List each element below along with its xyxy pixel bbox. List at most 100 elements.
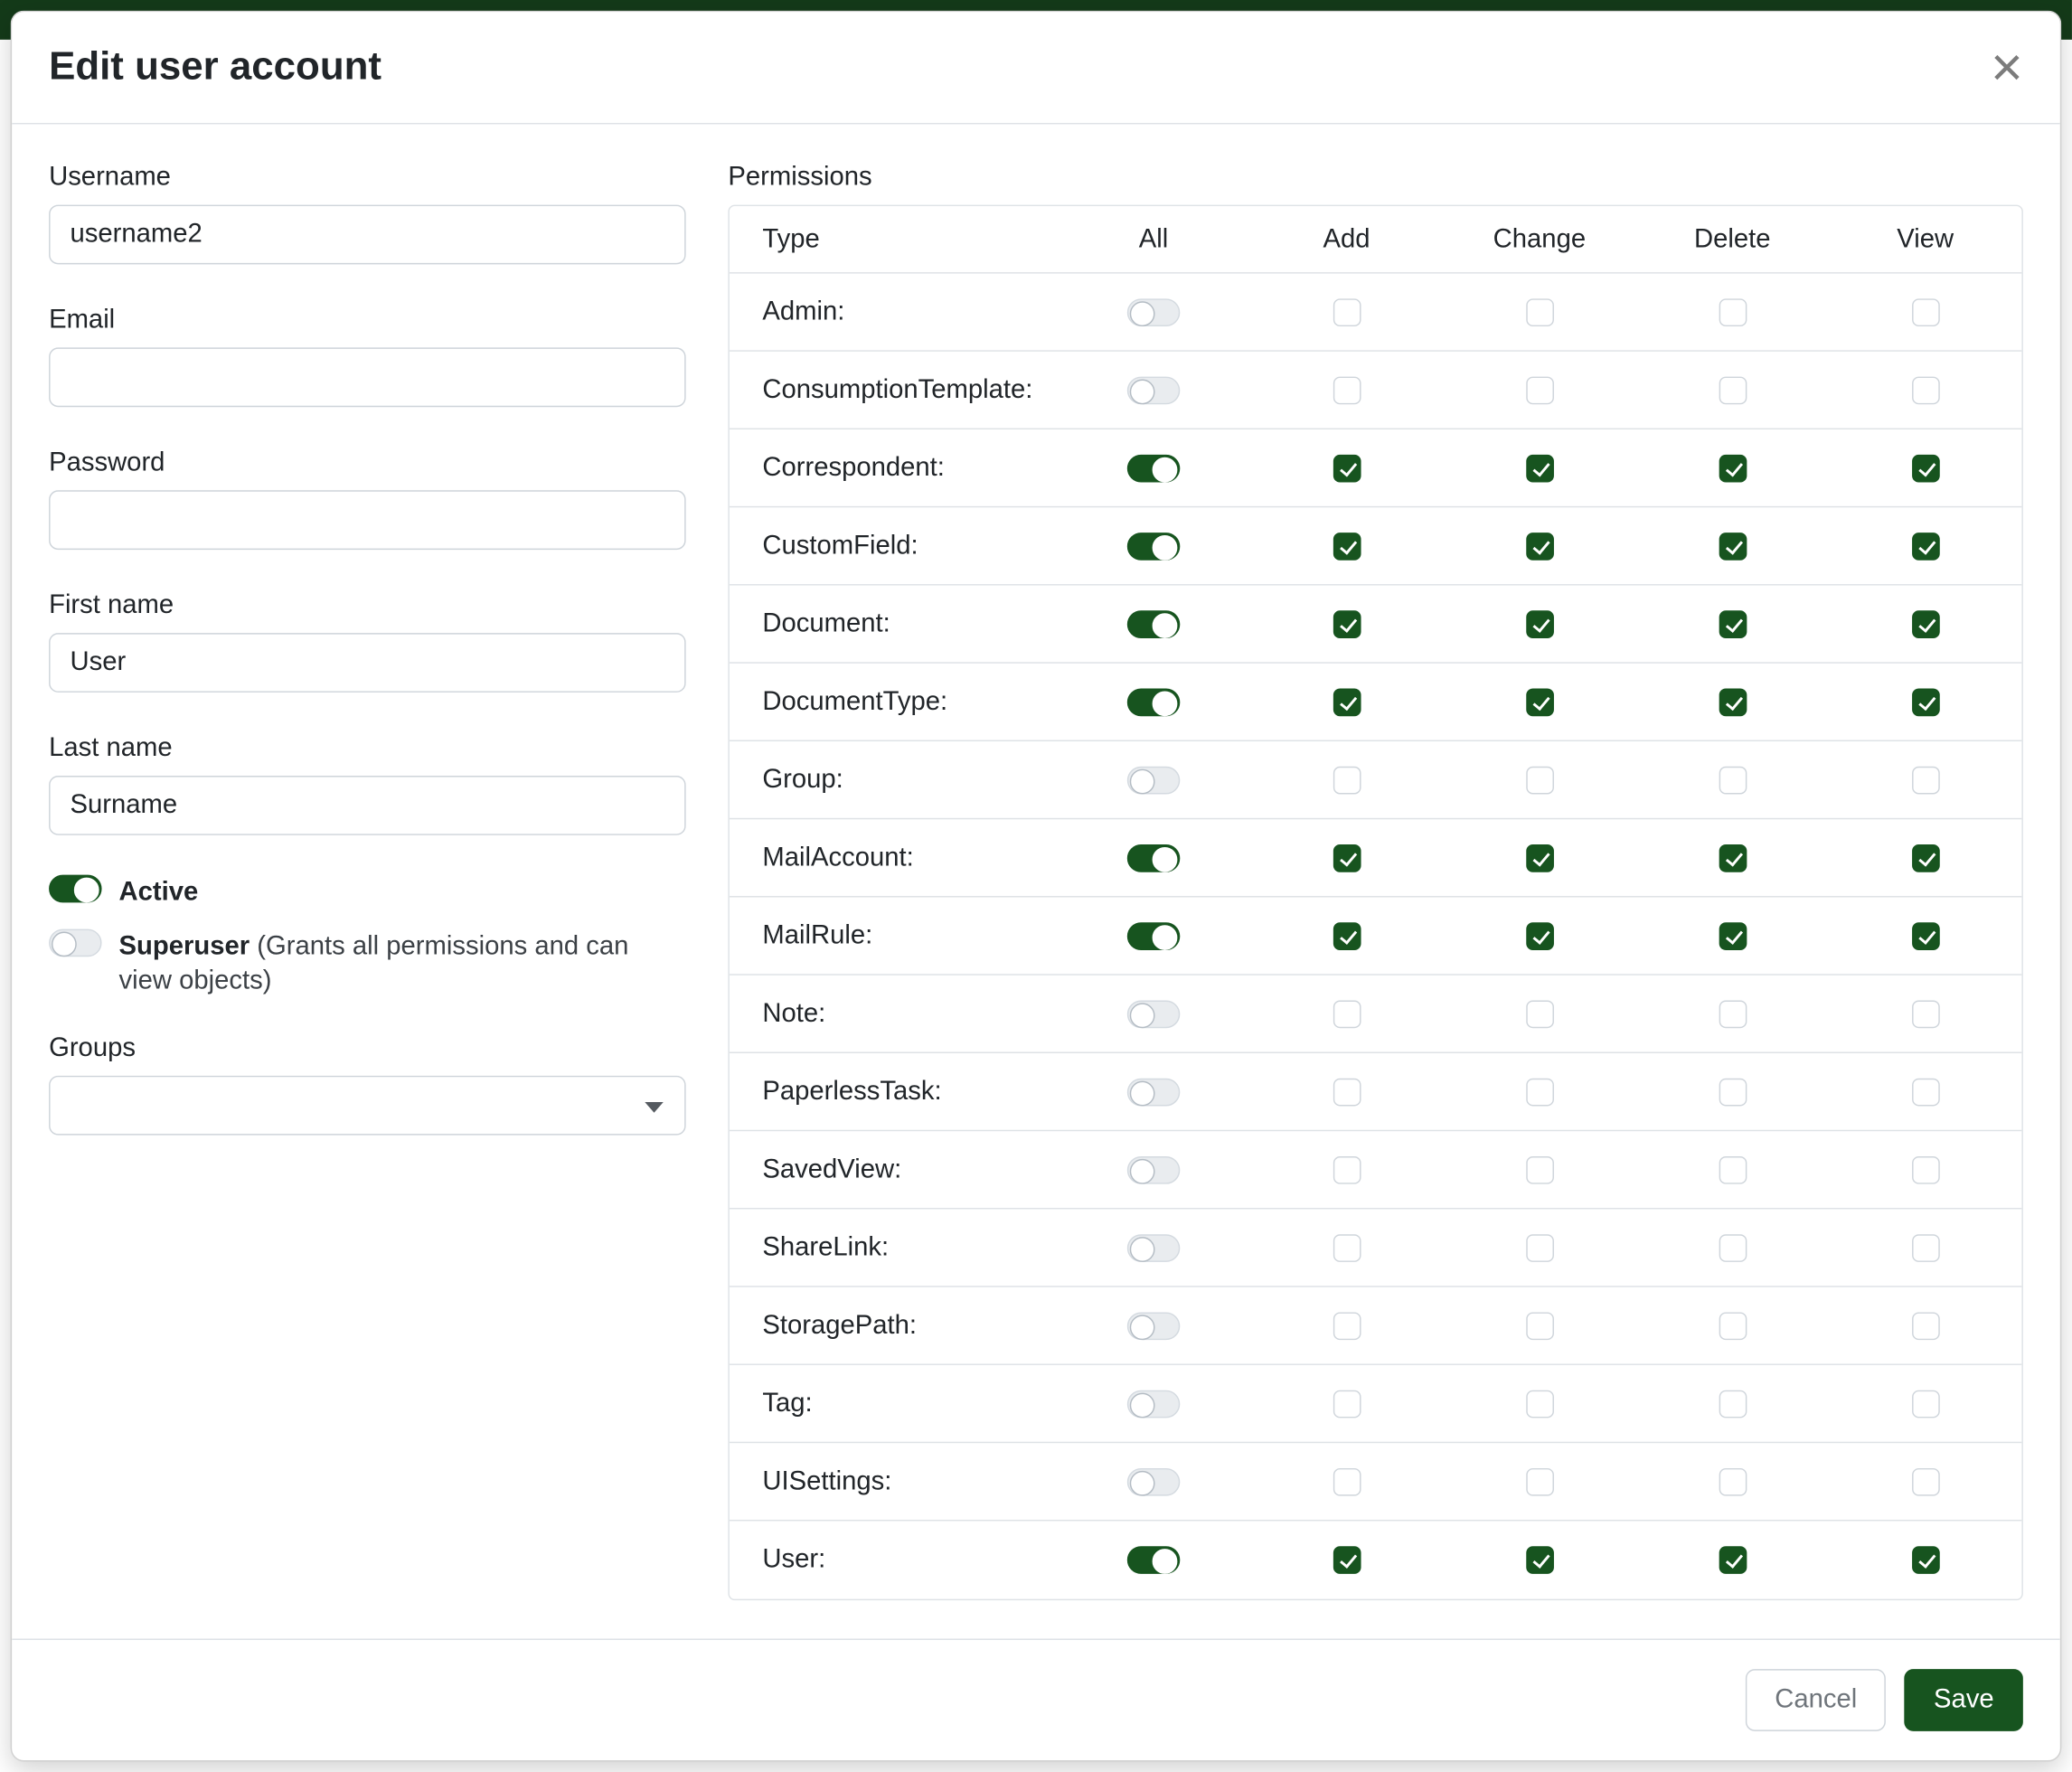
permission-all-toggle[interactable] [1127,376,1180,404]
permission-change-checkbox[interactable] [1526,1233,1554,1261]
active-toggle[interactable] [49,875,101,903]
permission-delete-checkbox[interactable] [1719,1233,1747,1261]
permission-all-toggle[interactable] [1127,922,1180,950]
permission-add-checkbox[interactable] [1333,1233,1361,1261]
permission-add-checkbox[interactable] [1333,844,1361,872]
permission-all-toggle[interactable] [1127,844,1180,872]
permission-change-checkbox[interactable] [1526,1546,1554,1574]
permission-type-label: MailAccount: [730,843,1058,873]
permission-add-checkbox[interactable] [1333,766,1361,794]
permission-add-checkbox[interactable] [1333,1155,1361,1183]
permission-change-checkbox[interactable] [1526,1155,1554,1183]
permission-change-checkbox[interactable] [1526,454,1554,482]
permission-delete-checkbox[interactable] [1719,1078,1747,1106]
permission-delete-checkbox[interactable] [1719,1312,1747,1340]
permission-all-toggle[interactable] [1127,532,1180,560]
permission-all-toggle[interactable] [1127,766,1180,794]
permission-view-checkbox[interactable] [1911,1155,1939,1183]
permission-all-toggle[interactable] [1127,1233,1180,1261]
permission-change-checkbox[interactable] [1526,844,1554,872]
permission-view-checkbox[interactable] [1911,610,1939,638]
permission-view-checkbox[interactable] [1911,1546,1939,1574]
permission-add-checkbox[interactable] [1333,688,1361,716]
permission-view-checkbox[interactable] [1911,766,1939,794]
permission-add-checkbox[interactable] [1333,376,1361,404]
superuser-toggle[interactable] [49,929,101,957]
permission-change-checkbox[interactable] [1526,1390,1554,1418]
permission-view-checkbox[interactable] [1911,1000,1939,1028]
permission-delete-checkbox[interactable] [1719,1155,1747,1183]
permission-change-checkbox[interactable] [1526,1078,1554,1106]
username-input[interactable] [49,205,686,265]
groups-select[interactable] [49,1076,686,1136]
permission-add-checkbox[interactable] [1333,1546,1361,1574]
permission-all-toggle[interactable] [1127,1546,1180,1574]
permission-view-checkbox[interactable] [1911,922,1939,950]
permission-change-checkbox[interactable] [1526,610,1554,638]
permission-change-checkbox[interactable] [1526,922,1554,950]
last-name-input[interactable] [49,776,686,835]
permission-change-checkbox[interactable] [1526,688,1554,716]
permission-delete-checkbox[interactable] [1719,610,1747,638]
permission-all-cell [1057,688,1249,716]
permission-change-checkbox[interactable] [1526,376,1554,404]
first-name-input[interactable] [49,633,686,693]
permission-change-checkbox[interactable] [1526,298,1554,326]
permission-change-checkbox[interactable] [1526,1000,1554,1028]
permission-all-toggle[interactable] [1127,1155,1180,1183]
permission-view-checkbox[interactable] [1911,844,1939,872]
permission-delete-checkbox[interactable] [1719,844,1747,872]
permission-add-checkbox[interactable] [1333,1078,1361,1106]
email-input[interactable] [49,347,686,407]
permission-delete-checkbox[interactable] [1719,1546,1747,1574]
permission-delete-checkbox[interactable] [1719,454,1747,482]
permission-all-toggle[interactable] [1127,1000,1180,1028]
permission-delete-checkbox[interactable] [1719,376,1747,404]
permission-view-checkbox[interactable] [1911,298,1939,326]
permission-view-checkbox[interactable] [1911,532,1939,560]
permission-view-checkbox[interactable] [1911,1390,1939,1418]
permission-delete-checkbox[interactable] [1719,1390,1747,1418]
permission-add-checkbox[interactable] [1333,922,1361,950]
permission-change-checkbox[interactable] [1526,532,1554,560]
permission-view-checkbox[interactable] [1911,1078,1939,1106]
permission-delete-checkbox[interactable] [1719,688,1747,716]
permission-delete-checkbox[interactable] [1719,766,1747,794]
permission-change-checkbox[interactable] [1526,1312,1554,1340]
permission-change-cell [1443,610,1635,638]
permission-all-toggle[interactable] [1127,1390,1180,1418]
permission-add-checkbox[interactable] [1333,1312,1361,1340]
permission-all-toggle[interactable] [1127,1078,1180,1106]
password-input[interactable] [49,490,686,550]
permission-view-checkbox[interactable] [1911,1312,1939,1340]
permission-delete-checkbox[interactable] [1719,1467,1747,1495]
permission-add-checkbox[interactable] [1333,610,1361,638]
permission-add-checkbox[interactable] [1333,454,1361,482]
permission-delete-checkbox[interactable] [1719,532,1747,560]
save-button[interactable]: Save [1905,1669,2023,1731]
permission-view-checkbox[interactable] [1911,1233,1939,1261]
permission-change-checkbox[interactable] [1526,766,1554,794]
permission-view-checkbox[interactable] [1911,376,1939,404]
permission-all-toggle[interactable] [1127,688,1180,716]
permission-add-checkbox[interactable] [1333,298,1361,326]
permission-all-toggle[interactable] [1127,610,1180,638]
permission-view-checkbox[interactable] [1911,688,1939,716]
permission-delete-checkbox[interactable] [1719,298,1747,326]
permission-delete-checkbox[interactable] [1719,922,1747,950]
permission-add-checkbox[interactable] [1333,532,1361,560]
permission-add-checkbox[interactable] [1333,1467,1361,1495]
permission-add-checkbox[interactable] [1333,1390,1361,1418]
permission-all-toggle[interactable] [1127,1312,1180,1340]
permission-all-toggle[interactable] [1127,1467,1180,1495]
close-button[interactable]: × [1991,48,2023,88]
cancel-button[interactable]: Cancel [1746,1669,1886,1731]
permission-all-toggle[interactable] [1127,298,1180,326]
permission-delete-checkbox[interactable] [1719,1000,1747,1028]
permission-view-checkbox[interactable] [1911,454,1939,482]
permission-all-toggle[interactable] [1127,454,1180,482]
permission-add-checkbox[interactable] [1333,1000,1361,1028]
permission-view-checkbox[interactable] [1911,1467,1939,1495]
permission-change-checkbox[interactable] [1526,1467,1554,1495]
permission-view-cell [1829,454,2021,482]
